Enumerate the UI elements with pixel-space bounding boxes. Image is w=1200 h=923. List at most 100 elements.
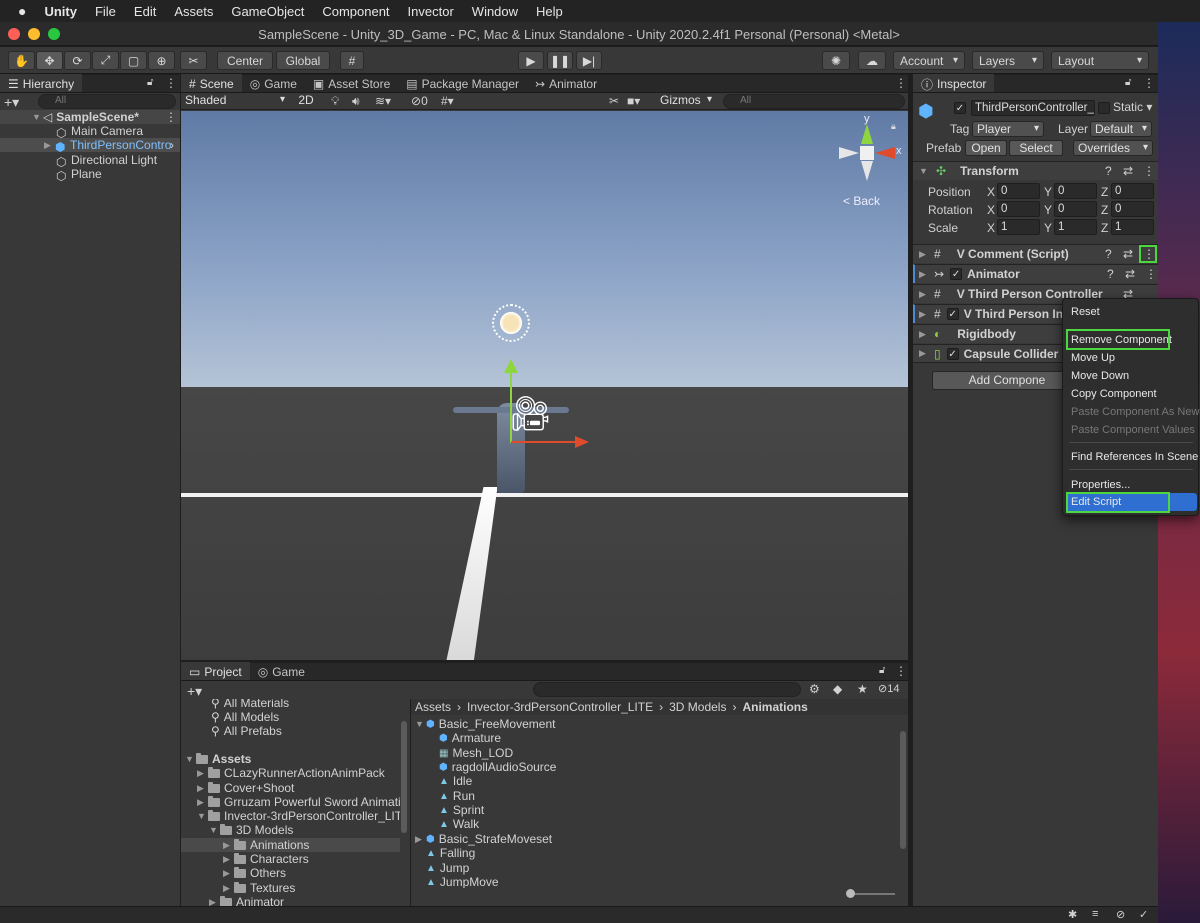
file-idle[interactable]: ▲ Idle [439,774,472,788]
effects-icon[interactable]: ≋▾ [375,94,391,108]
static-dropdown[interactable]: Static ▾ [1113,100,1152,114]
filter-type-icon[interactable]: ⚙ [809,682,820,696]
menu-assets[interactable]: Assets [165,4,222,19]
folder-textures[interactable]: ▶ Textures [223,881,295,895]
component-menu-icon[interactable]: ⋮ [1145,267,1157,281]
grid-snap-icon[interactable]: # [340,51,364,70]
favorite-star-icon[interactable]: ★ [857,682,868,696]
expand-arrow-icon[interactable]: ▶ [919,289,930,300]
component-enabled-checkbox[interactable]: ✓ [950,268,963,280]
folder-characters[interactable]: ▶ Characters [223,852,309,866]
expand-arrow-icon[interactable]: ▶ [919,269,930,280]
expand-arrow-icon[interactable]: ▶ [209,897,220,907]
hand-tool-icon[interactable]: ✋ [8,51,35,70]
gizmo-neg-x-cone[interactable] [839,147,859,159]
file-falling[interactable]: ▲ Falling [426,846,475,860]
breadcrumb-current[interactable]: Animations [742,700,807,714]
menu-window[interactable]: Window [463,4,527,19]
lighting-icon[interactable]: 💡︎ [331,94,339,109]
tag-dropdown[interactable]: Player [972,121,1044,137]
panel-menu-icon[interactable]: ⋮ [895,76,907,90]
play-button[interactable]: ▶ [518,51,544,70]
file-jump[interactable]: ▲ Jump [426,861,469,875]
expand-arrow-icon[interactable]: ▶ [197,783,208,794]
sun-light-icon[interactable] [492,304,530,342]
gizmos-dropdown[interactable]: Gizmos [656,93,716,109]
position-z-field[interactable]: 0 [1111,183,1154,199]
bug-icon[interactable]: ✱ [1068,908,1077,921]
position-x-field[interactable]: 0 [997,183,1040,199]
menu-component[interactable]: Component [313,4,398,19]
gizmo-back-label[interactable]: < Back [843,194,880,208]
object-active-checkbox[interactable]: ✓ [954,102,966,114]
scene-row[interactable]: ▼ ◁ SampleScene* ⋮ [0,110,180,124]
scale-x-field[interactable]: 1 [997,219,1040,235]
file-jumpmove[interactable]: ▲ JumpMove [426,875,499,888]
step-button[interactable]: ▶| [576,51,602,70]
folder-grruzam[interactable]: ▶ Grruzam Powerful Sword Animation [197,795,400,809]
scale-z-field[interactable]: 1 [1111,219,1154,235]
audio-icon[interactable]: 🔊︎ [352,94,360,109]
file-ragdoll-audio-source[interactable]: ⬢ ragdollAudioSource [439,760,556,774]
account-dropdown[interactable]: Account [893,51,965,70]
favorite-all-models[interactable]: ⚲ All Models [211,710,279,724]
add-component-button[interactable]: Add Compone [932,371,1082,390]
expand-arrow-icon[interactable]: ▶ [223,840,234,851]
icon-size-slider-track[interactable] [849,893,895,895]
menu-file[interactable]: File [86,4,125,19]
gizmo-y-cone[interactable] [861,124,873,144]
hierarchy-search-input[interactable]: All [38,94,176,109]
folder-3d-models[interactable]: ▼ 3D Models [209,823,293,837]
component-enabled-checkbox[interactable]: ✓ [946,347,959,360]
transform-tool-icon[interactable]: ⊕ [148,51,175,70]
layer-dropdown[interactable]: Default [1090,121,1152,137]
scene-search-input[interactable]: All [723,94,905,109]
check-circle-icon[interactable]: ✓ [1139,908,1148,921]
gizmo-center-cube[interactable] [860,146,874,160]
collapse-arrow-icon[interactable]: ▼ [919,166,930,176]
file-sprint[interactable]: ▲ Sprint [439,803,484,817]
menu-unity[interactable]: Unity [35,4,86,19]
expand-arrow-icon[interactable]: ▶ [919,329,930,340]
no-entry-icon[interactable]: ⊘ [1116,908,1125,921]
folder-clazyrunner[interactable]: ▶ CLazyRunnerActionAnimPack [197,766,385,780]
assets-root[interactable]: ▼ Assets [185,752,251,766]
menu-item-move-down[interactable]: Move Down [1071,370,1129,382]
menu-gameobject[interactable]: GameObject [222,4,313,19]
file-armature[interactable]: ⬢ Armature [439,731,501,745]
breadcrumb-item[interactable]: 3D Models [669,700,726,714]
pivot-center-button[interactable]: Center [217,51,273,70]
rotate-tool-icon[interactable]: ⟳ [64,51,91,70]
stack-icon[interactable]: ≡ [1092,908,1098,920]
tab-inspector[interactable]: ⓘ Inspector [913,74,995,92]
menu-help[interactable]: Help [527,4,572,19]
prefab-open-button[interactable]: Open [965,140,1007,156]
tab-project[interactable]: ▭ Project [181,662,250,680]
layers-dropdown[interactable]: Layers [972,51,1044,70]
prefab-select-button[interactable]: Select [1009,140,1063,156]
favorite-all-prefabs[interactable]: ⚲ All Prefabs [211,724,282,738]
folder-animator[interactable]: ▶ Animator [209,895,284,906]
menu-edit[interactable]: Edit [125,4,165,19]
hierarchy-item-thirdpersoncontroller[interactable]: ▶ ⬢ ThirdPersonContro › [0,138,180,152]
camera-icon[interactable]: ■▾ [627,94,640,108]
expand-arrow-icon[interactable]: ▶ [415,834,426,845]
lock-icon[interactable]: 🔓︎ [879,665,885,676]
position-y-field[interactable]: 0 [1054,183,1097,199]
tab-game[interactable]: ◎ Game [242,74,305,92]
gizmo-neg-y-cone[interactable] [861,161,873,181]
project-search-input[interactable] [533,682,801,697]
pause-button[interactable]: ❚❚ [547,51,573,70]
move-gizmo-y-arrow[interactable] [504,359,518,373]
expand-arrow-icon[interactable]: ▶ [223,883,234,894]
object-name-field[interactable]: ThirdPersonController_ [971,100,1095,116]
breadcrumb-item[interactable]: Assets [415,700,451,714]
help-icon[interactable]: ? [1105,247,1112,261]
tab-game[interactable]: ◎ Game [250,662,313,680]
hierarchy-item-main-camera[interactable]: ⬡ Main Camera [0,124,180,138]
menu-item-move-up[interactable]: Move Up [1071,352,1115,364]
menu-item-find-references[interactable]: Find References In Scene [1071,451,1198,463]
tab-asset-store[interactable]: ▣ Asset Store [305,74,398,92]
favorite-all-materials[interactable]: ⚲ All Materials [211,699,289,710]
panel-menu-icon[interactable]: ⋮ [165,76,177,90]
